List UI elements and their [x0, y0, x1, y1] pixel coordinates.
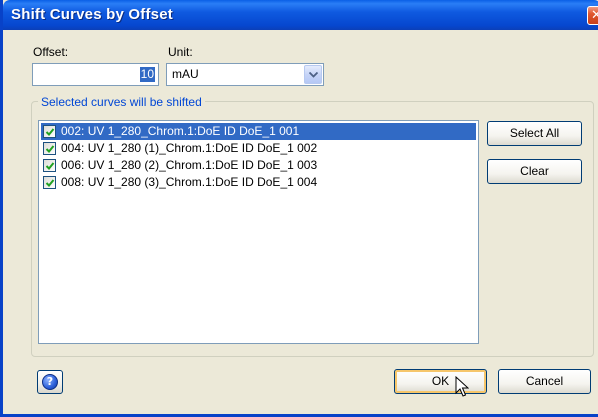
curve-checkbox[interactable]: [43, 142, 56, 155]
dropdown-arrow-icon: [309, 72, 318, 78]
shift-curves-dialog: Shift Curves by Offset ✕ Offset: 10 Unit…: [0, 0, 598, 417]
curve-list-item[interactable]: 006: UV 1_280 (2)_Chrom.1:DoE ID DoE_1 0…: [41, 157, 476, 174]
checkbox-checked-icon: [45, 162, 55, 170]
dropdown-arrow-button[interactable]: [304, 65, 322, 84]
offset-input[interactable]: 10: [32, 63, 159, 86]
curve-list-item[interactable]: 008: UV 1_280 (3)_Chrom.1:DoE ID DoE_1 0…: [41, 174, 476, 191]
mouse-pointer-icon: [455, 376, 469, 397]
checkbox-checked-icon: [45, 179, 55, 187]
title-bar[interactable]: Shift Curves by Offset ✕: [3, 0, 598, 30]
checkbox-checked-icon: [45, 128, 55, 136]
ok-button[interactable]: OK: [394, 369, 487, 394]
window-title: Shift Curves by Offset: [11, 6, 173, 23]
offset-value: 10: [139, 67, 155, 82]
help-icon: ?: [42, 374, 58, 390]
curve-list-item[interactable]: 002: UV 1_280_Chrom.1:DoE ID DoE_1 001: [41, 123, 476, 140]
clear-button[interactable]: Clear: [487, 159, 582, 184]
close-button[interactable]: ✕: [587, 6, 598, 25]
curve-list-item[interactable]: 004: UV 1_280 (1)_Chrom.1:DoE ID DoE_1 0…: [41, 140, 476, 157]
cancel-label: Cancel: [525, 374, 564, 388]
close-icon: ✕: [591, 8, 598, 23]
curves-group-legend: Selected curves will be shifted: [38, 95, 205, 109]
curve-list[interactable]: 002: UV 1_280_Chrom.1:DoE ID DoE_1 001 0…: [38, 120, 479, 344]
curve-checkbox[interactable]: [43, 159, 56, 172]
curve-label: 006: UV 1_280 (2)_Chrom.1:DoE ID DoE_1 0…: [61, 158, 318, 172]
checkbox-checked-icon: [45, 145, 55, 153]
curve-checkbox[interactable]: [43, 125, 56, 138]
clear-label: Clear: [520, 164, 549, 178]
unit-label: Unit:: [168, 45, 193, 59]
curve-label: 004: UV 1_280 (1)_Chrom.1:DoE ID DoE_1 0…: [61, 141, 318, 155]
unit-dropdown[interactable]: mAU: [166, 63, 324, 86]
select-all-label: Select All: [509, 126, 560, 140]
select-all-button[interactable]: Select All: [487, 121, 582, 146]
offset-label: Offset:: [33, 45, 69, 59]
cancel-button[interactable]: Cancel: [498, 369, 591, 394]
unit-selected-value: mAU: [172, 67, 199, 81]
curve-checkbox[interactable]: [43, 176, 56, 189]
curve-label: 008: UV 1_280 (3)_Chrom.1:DoE ID DoE_1 0…: [61, 175, 318, 189]
curve-label: 002: UV 1_280_Chrom.1:DoE ID DoE_1 001: [61, 124, 300, 138]
help-button[interactable]: ?: [37, 370, 63, 394]
ok-label: OK: [431, 374, 450, 388]
